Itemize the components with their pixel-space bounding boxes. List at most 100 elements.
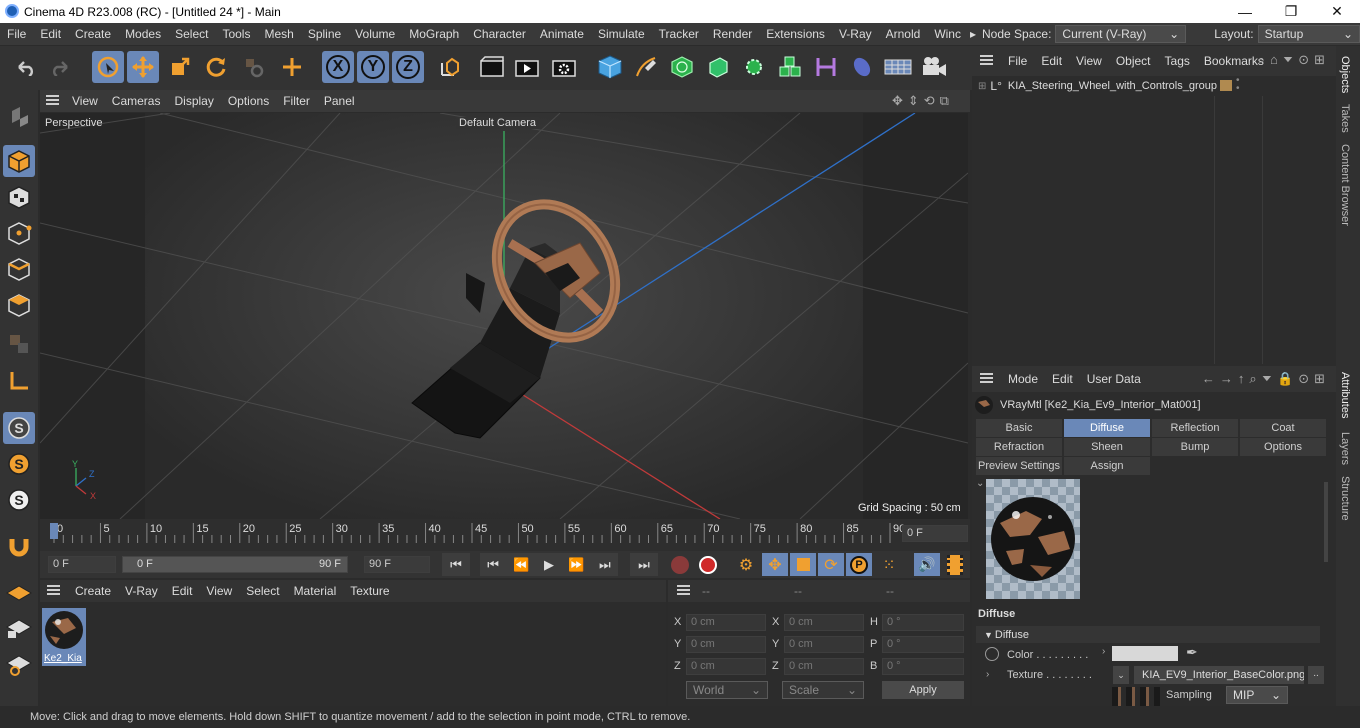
coord-apply-button[interactable]: Apply	[882, 681, 964, 699]
viewport-menu-panel[interactable]: Panel	[317, 94, 362, 108]
live-selection-icon[interactable]	[92, 51, 124, 83]
undo-icon[interactable]	[10, 51, 42, 83]
render-settings-icon[interactable]	[548, 51, 580, 83]
rotate-tool-icon[interactable]	[200, 51, 232, 83]
deformer-bend-icon[interactable]	[810, 51, 842, 83]
menu-volume[interactable]: Volume	[348, 27, 402, 41]
coordinates-hamburger-icon[interactable]	[677, 584, 690, 598]
objects-menu-view[interactable]: View	[1069, 54, 1109, 68]
color-keyframe-toggle[interactable]	[985, 647, 999, 661]
key-scale-icon[interactable]	[790, 553, 816, 576]
viewport-menu-options[interactable]: Options	[221, 94, 276, 108]
start-frame-field[interactable]: 0 F	[48, 556, 116, 573]
tab-assign[interactable]: Assign	[1064, 457, 1150, 475]
objects-hamburger-icon[interactable]	[980, 54, 993, 68]
sampling-dropdown[interactable]: MIP ⌄	[1226, 686, 1288, 704]
menu-modes[interactable]: Modes	[118, 27, 168, 41]
texture-expand-icon[interactable]: ›	[986, 669, 989, 680]
go-to-end-icon[interactable]: ⏭	[630, 553, 658, 576]
play-icon[interactable]: ▶	[544, 557, 554, 573]
y-axis-lock-button[interactable]: Y	[357, 51, 389, 83]
menu-character[interactable]: Character	[466, 27, 533, 41]
tab-reflection[interactable]: Reflection	[1152, 419, 1238, 437]
coord-rot-p-field[interactable]: 0 °	[882, 636, 964, 653]
move-tool-icon[interactable]	[127, 51, 159, 83]
material-menu-material[interactable]: Material	[287, 584, 344, 598]
attributes-nav-icons[interactable]: ←→↑⌕⏷🔒⊙⊞	[1202, 371, 1330, 387]
snapping-icon[interactable]: S	[3, 412, 35, 444]
attributes-menu-edit[interactable]: Edit	[1045, 372, 1080, 386]
material-manager-hamburger-icon[interactable]	[47, 584, 60, 598]
material-menu-create[interactable]: Create	[68, 584, 118, 598]
preview-collapse-icon[interactable]: ⌄	[976, 478, 984, 489]
coord-world-dropdown[interactable]: World ⌄	[686, 681, 768, 699]
timeline-ruler[interactable]: 0 5 10 15 20 25 30 35 40 45 50 55 60 65 70 75 80 85 90 0 F	[40, 519, 970, 551]
coord-size-x-field[interactable]: 0 cm	[784, 614, 864, 631]
maximize-button[interactable]: ❐	[1268, 0, 1314, 23]
material-menu-select[interactable]: Select	[239, 584, 286, 598]
tab-refraction[interactable]: Refraction	[976, 438, 1062, 456]
layout-dropdown[interactable]: Startup ⌄	[1257, 25, 1360, 43]
tab-options[interactable]: Options	[1240, 438, 1326, 456]
objects-menu-tags[interactable]: Tags	[1158, 54, 1197, 68]
3d-viewport[interactable]: Perspective Default Camera Grid Spacing …	[40, 113, 968, 519]
key-rotation-icon[interactable]: ⟳	[818, 553, 844, 576]
menu-animate[interactable]: Animate	[533, 27, 591, 41]
go-to-start-icon[interactable]: ⏮	[442, 553, 470, 576]
next-key-icon[interactable]: ⏭	[599, 557, 611, 573]
color-expand-icon[interactable]: ›	[1102, 646, 1105, 657]
keyframe-selection-icon[interactable]: ⚙	[734, 553, 758, 576]
object-row[interactable]: ⊞ L° KIA_Steering_Wheel_with_Controls_gr…	[974, 76, 1334, 96]
current-frame-field[interactable]: 0 F	[902, 525, 968, 542]
object-name[interactable]: KIA_Steering_Wheel_with_Controls_group	[1008, 80, 1217, 92]
edge-mode-icon[interactable]	[3, 253, 35, 285]
model-mode-icon[interactable]	[3, 145, 35, 177]
texture-mode-icon[interactable]	[3, 181, 35, 213]
autokey-icon[interactable]	[696, 553, 720, 576]
tab-bump[interactable]: Bump	[1152, 438, 1238, 456]
floor-environment-icon[interactable]	[882, 51, 914, 83]
soft-selection-icon[interactable]: S	[3, 448, 35, 480]
menu-arnold[interactable]: Arnold	[879, 27, 928, 41]
viewport-navigation-icons[interactable]: ✥⇕⟲⧉	[892, 93, 954, 109]
layer-color-swatch[interactable]	[1220, 80, 1232, 91]
objects-search-filter-icons[interactable]: ⌕⌂⏷⊙⊞	[1258, 52, 1330, 68]
material-preview[interactable]	[986, 479, 1080, 599]
redo-icon[interactable]	[44, 51, 76, 83]
menu-tools[interactable]: Tools	[215, 27, 257, 41]
menu-more-arrow-icon[interactable]: ▸	[968, 27, 978, 41]
attributes-menu-userdata[interactable]: User Data	[1080, 372, 1148, 386]
uv-mode-icon[interactable]	[3, 328, 35, 360]
film-strip-icon[interactable]	[942, 553, 968, 576]
render-to-picture-viewer-icon[interactable]	[511, 51, 543, 83]
key-pla-icon[interactable]: ⁙	[876, 553, 902, 576]
diffuse-group-header[interactable]: ▼ Diffuse	[976, 626, 1320, 643]
side-tab-layers[interactable]: Layers	[1339, 432, 1351, 465]
viewport-hamburger-icon[interactable]	[46, 94, 59, 108]
coord-pos-x-field[interactable]: 0 cm	[686, 614, 766, 631]
subdivision-surface-icon[interactable]	[666, 51, 698, 83]
expand-toggle-icon[interactable]: ⊞	[978, 81, 986, 92]
node-space-dropdown[interactable]: Current (V-Ray) ⌄	[1055, 25, 1187, 43]
texture-file-button[interactable]: KIA_EV9_Interior_BaseColor.png	[1134, 666, 1304, 684]
coord-rot-h-field[interactable]: 0 °	[882, 614, 964, 631]
record-keys-icon[interactable]	[668, 553, 692, 576]
eyedropper-icon[interactable]: ✒	[1186, 644, 1198, 661]
tab-diffuse[interactable]: Diffuse	[1064, 419, 1150, 437]
menu-edit[interactable]: Edit	[33, 27, 68, 41]
axis-mode-icon[interactable]	[3, 365, 35, 397]
render-view-icon[interactable]	[476, 51, 508, 83]
coord-scale-dropdown[interactable]: Scale ⌄	[782, 681, 864, 699]
point-mode-icon[interactable]	[3, 217, 35, 249]
coord-pos-y-field[interactable]: 0 cm	[686, 636, 766, 653]
objects-menu-object[interactable]: Object	[1109, 54, 1158, 68]
tab-basic[interactable]: Basic	[976, 419, 1062, 437]
side-tab-takes[interactable]: Takes	[1339, 104, 1351, 133]
menu-mograph[interactable]: MoGraph	[402, 27, 466, 41]
menu-mesh[interactable]: Mesh	[257, 27, 300, 41]
workplane-icon[interactable]	[3, 576, 35, 608]
menu-tracker[interactable]: Tracker	[652, 27, 706, 41]
menu-select[interactable]: Select	[168, 27, 215, 41]
viewport-menu-cameras[interactable]: Cameras	[105, 94, 168, 108]
objects-menu-edit[interactable]: Edit	[1034, 54, 1069, 68]
